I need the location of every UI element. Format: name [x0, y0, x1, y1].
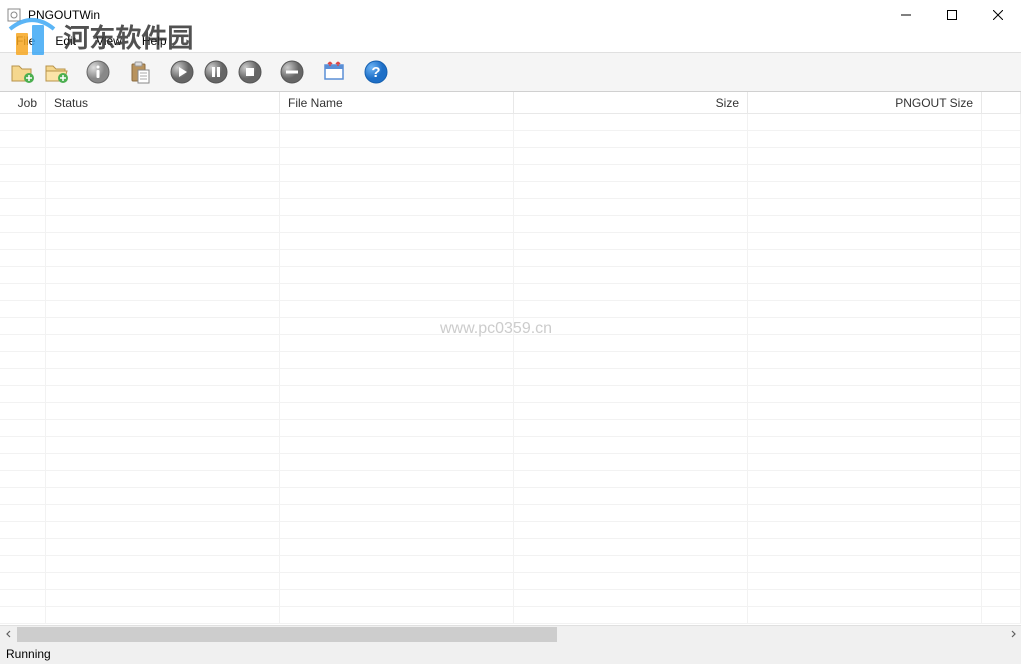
- help-button[interactable]: ?: [360, 56, 392, 88]
- columns-button[interactable]: [318, 56, 350, 88]
- column-header-filename[interactable]: File Name: [280, 92, 514, 113]
- table-row[interactable]: [0, 556, 1021, 573]
- column-header-extra[interactable]: [982, 92, 1021, 113]
- table-row[interactable]: [0, 182, 1021, 199]
- table-row[interactable]: [0, 301, 1021, 318]
- scroll-left-button[interactable]: [0, 626, 17, 643]
- horizontal-scrollbar[interactable]: [0, 625, 1021, 642]
- add-file-button[interactable]: [6, 56, 38, 88]
- table-row[interactable]: [0, 250, 1021, 267]
- pause-button[interactable]: [200, 56, 232, 88]
- table-row[interactable]: [0, 369, 1021, 386]
- menu-edit[interactable]: Edit: [47, 32, 84, 50]
- scroll-thumb[interactable]: [17, 627, 557, 642]
- table-row[interactable]: [0, 131, 1021, 148]
- table-row[interactable]: [0, 352, 1021, 369]
- table-row[interactable]: [0, 114, 1021, 131]
- menu-view[interactable]: View: [88, 32, 130, 50]
- table-row[interactable]: [0, 454, 1021, 471]
- table-row[interactable]: [0, 284, 1021, 301]
- info-button[interactable]: [82, 56, 114, 88]
- table-row[interactable]: [0, 573, 1021, 590]
- statusbar: Running: [0, 642, 1021, 664]
- column-header-pngout-size[interactable]: PNGOUT Size: [748, 92, 982, 113]
- table-row[interactable]: [0, 522, 1021, 539]
- table-row[interactable]: [0, 318, 1021, 335]
- table-row[interactable]: [0, 335, 1021, 352]
- table-row[interactable]: [0, 216, 1021, 233]
- menu-help[interactable]: Help: [134, 32, 175, 50]
- table-row[interactable]: [0, 607, 1021, 624]
- table-row[interactable]: [0, 488, 1021, 505]
- scroll-track[interactable]: [17, 626, 1004, 643]
- table-row[interactable]: [0, 148, 1021, 165]
- table-row[interactable]: [0, 233, 1021, 250]
- minimize-button[interactable]: [883, 0, 929, 30]
- stop-button[interactable]: [234, 56, 266, 88]
- scroll-right-button[interactable]: [1004, 626, 1021, 643]
- add-folder-button[interactable]: [40, 56, 72, 88]
- grid-body[interactable]: [0, 114, 1021, 625]
- column-header-job[interactable]: Job: [0, 92, 46, 113]
- grid: Job Status File Name Size PNGOUT Size: [0, 92, 1021, 625]
- table-row[interactable]: [0, 539, 1021, 556]
- menubar: File Edit View Help: [0, 30, 1021, 52]
- table-row[interactable]: [0, 590, 1021, 607]
- table-row[interactable]: [0, 267, 1021, 284]
- grid-header: Job Status File Name Size PNGOUT Size: [0, 92, 1021, 114]
- close-button[interactable]: [975, 0, 1021, 30]
- svg-text:?: ?: [371, 64, 380, 81]
- play-button[interactable]: [166, 56, 198, 88]
- window-title: PNGOUTWin: [28, 8, 883, 22]
- menu-file[interactable]: File: [8, 32, 43, 50]
- maximize-button[interactable]: [929, 0, 975, 30]
- remove-button[interactable]: [276, 56, 308, 88]
- column-header-status[interactable]: Status: [46, 92, 280, 113]
- table-row[interactable]: [0, 386, 1021, 403]
- table-row[interactable]: [0, 420, 1021, 437]
- table-row[interactable]: [0, 471, 1021, 488]
- column-header-size[interactable]: Size: [514, 92, 748, 113]
- paste-button[interactable]: [124, 56, 156, 88]
- table-row[interactable]: [0, 505, 1021, 522]
- app-icon: [6, 7, 22, 23]
- table-row[interactable]: [0, 199, 1021, 216]
- table-row[interactable]: [0, 437, 1021, 454]
- status-text: Running: [6, 647, 51, 661]
- titlebar: PNGOUTWin: [0, 0, 1021, 30]
- toolbar: ?: [0, 52, 1021, 92]
- table-row[interactable]: [0, 165, 1021, 182]
- table-row[interactable]: [0, 403, 1021, 420]
